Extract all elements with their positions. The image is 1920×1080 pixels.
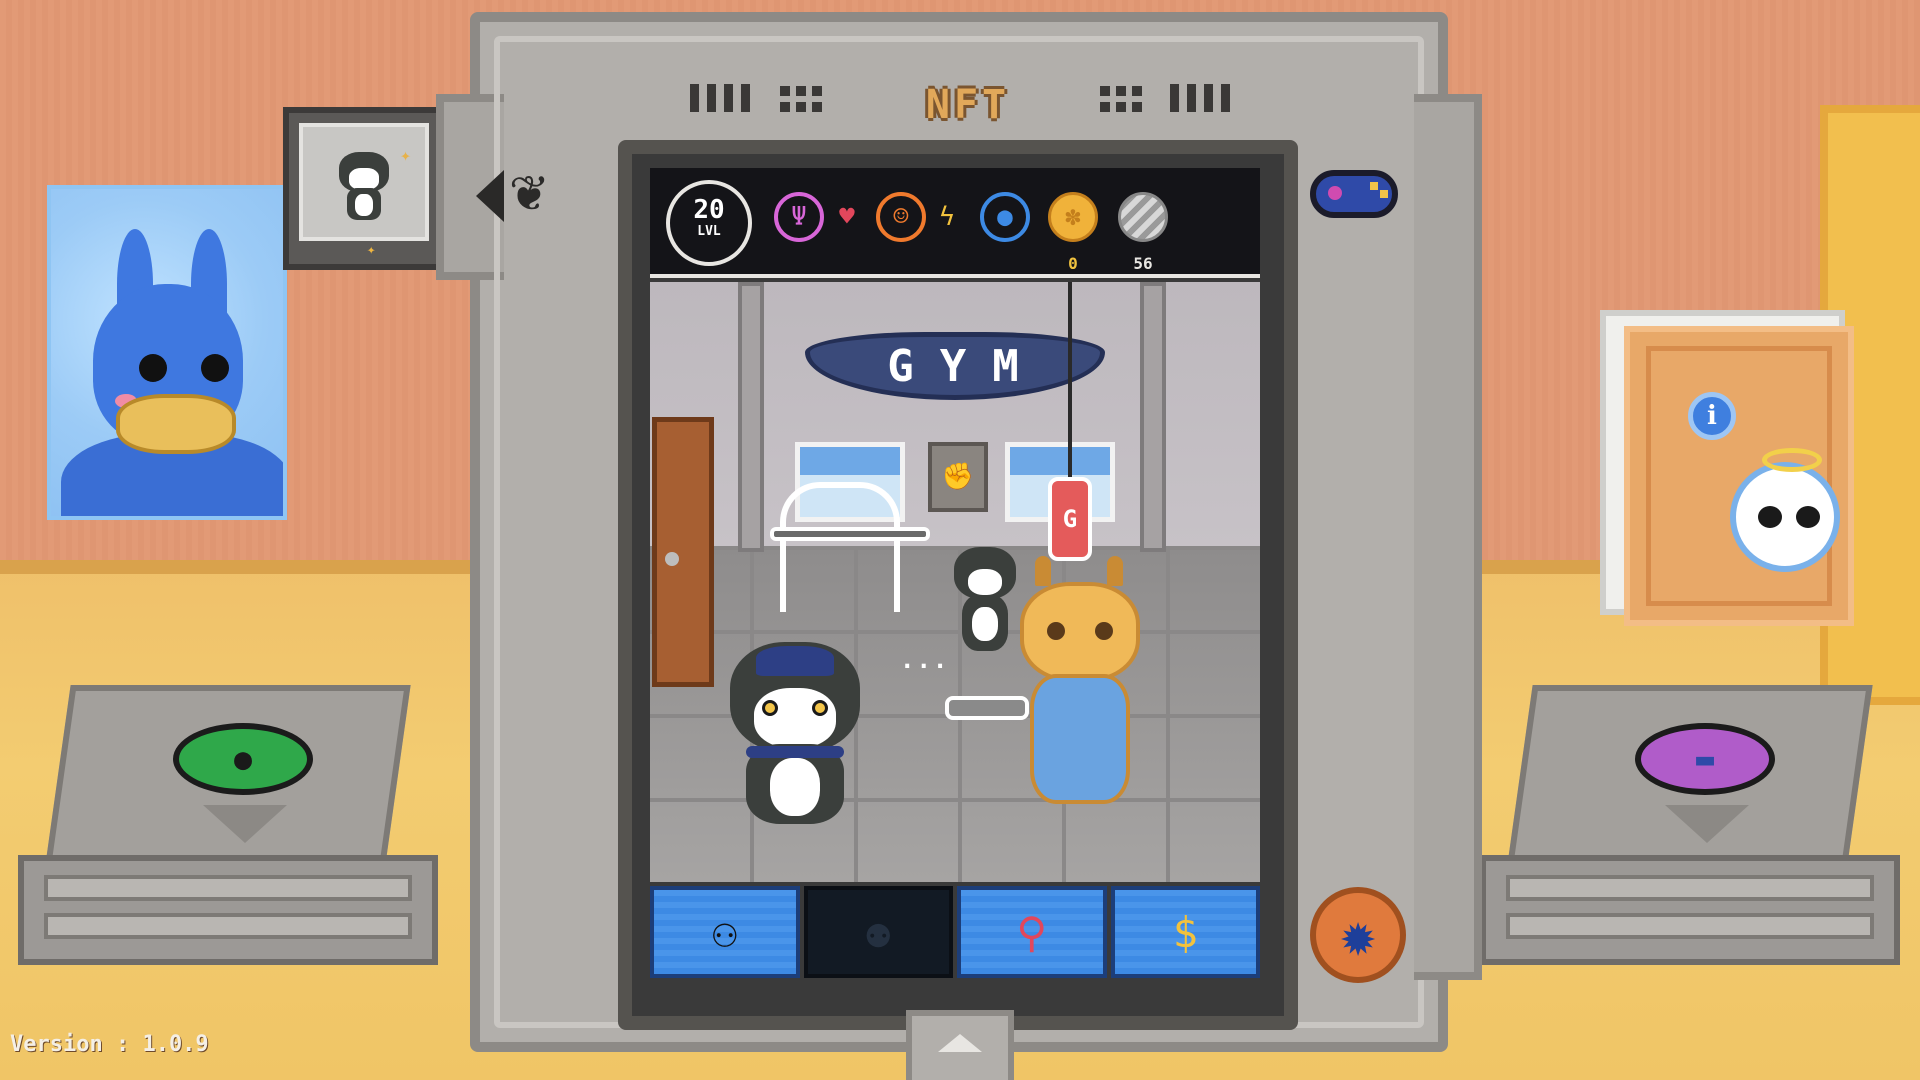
paw-nav-icon[interactable]: ❦ [510,160,546,220]
gamepad-pad-button[interactable]: ▬ [1635,723,1775,795]
coin-stack-icon: $ [1172,907,1198,957]
map-pin-icon: ⚲ [1016,907,1048,957]
cap-icon [756,646,834,676]
pet-tree-tab[interactable]: ⚇ [650,886,800,978]
ellipsis-icon: ··· [900,652,950,680]
silver-coin-count: 56 [1133,254,1153,273]
gym-pillar [1140,282,1166,552]
star-icon: ✦ [367,242,376,258]
map-tab[interactable]: ⚲ [957,886,1107,978]
friends-tab[interactable]: ⚉ [803,886,953,978]
squat-rack [780,482,900,612]
panda-eye [1758,506,1782,528]
gym-scene: GYM ✊ G ··· [650,282,1260,882]
player-pet-cat[interactable] [720,642,870,827]
door-knob [665,552,679,566]
level-badge: 20 LVL [666,180,752,266]
cat-thumbnail-icon [335,142,393,222]
punching-bag[interactable]: G [1048,477,1092,561]
punching-bag-rope [1068,282,1072,477]
pets-pad-base [18,855,438,965]
pet-thumbnail-screen: ✦ [299,123,429,241]
level-label: LVL [697,224,721,239]
previous-arrow-icon[interactable] [476,170,504,222]
bottom-up-arrow-icon[interactable] [906,1010,1014,1080]
game-screen: 20 LVL Ψ ♥ ☺ ϟ ● ✽ 0 56 GYM ✊ G ··· ⚇ ⚉ … [618,140,1298,1030]
next-arrow-icon[interactable] [1414,170,1442,222]
vent-dots-left [780,86,828,112]
hunger-icon[interactable]: Ψ [774,192,824,242]
games-pad[interactable]: ▬ [1480,685,1900,975]
silver-coin-icon [1118,192,1168,242]
status-hud: 20 LVL Ψ ♥ ☺ ϟ ● ✽ 0 56 [650,168,1260,278]
book-cover: i [1624,326,1854,626]
wall-poster-platypus [47,185,287,520]
vent-dots-right [1100,86,1148,112]
info-icon[interactable]: i [1688,392,1736,440]
poster-eye [201,354,229,382]
down-arrow-icon [1665,805,1749,843]
pets-pad[interactable]: ● [18,685,438,975]
nft-console: NFT ❦ 20 LVL Ψ ♥ ☺ ϟ ● ✽ 0 56 GYM ✊ G ··… [436,12,1482,1052]
bottom-tab-bar: ⚇ ⚉ ⚲ $ [650,886,1260,982]
gym-banner: GYM [805,332,1105,400]
collar-icon [746,746,844,758]
pet-thumbnail[interactable]: ✦ ✦ [283,107,445,270]
panda-eye [1796,506,1820,528]
settings-gear-icon[interactable]: ✹ [1310,887,1406,983]
lightning-icon[interactable]: ϟ [922,192,972,242]
sparkle-icon: ✦ [400,145,411,166]
barbell[interactable] [770,527,930,541]
poster-eye [139,354,167,382]
gamepad-nav-icon[interactable] [1310,170,1398,218]
heart-icon[interactable]: ♥ [822,192,872,242]
version-label: Version : 1.0.9 [10,1032,209,1057]
vent-bars-right [1170,84,1230,112]
gym-door[interactable] [652,417,714,687]
brand-title: NFT [925,82,1011,128]
npc-giraffe[interactable] [995,556,1165,812]
gold-coin-icon: ✽ [1048,192,1098,242]
panda-avatar[interactable] [1730,448,1840,572]
level-number: 20 [693,195,725,225]
people-icon: ⚉ [865,907,891,957]
poster-beak [116,394,236,454]
coins-tab[interactable]: $ [1110,886,1260,978]
paw-icon: ● [233,741,253,777]
pet-tree-icon: ⚇ [712,907,738,957]
collection-book[interactable]: i [1600,310,1854,626]
vent-bars-left [690,84,750,112]
wall-picture-icon: ✊ [928,442,988,512]
gold-coin-count: 0 [1068,254,1078,273]
gym-pillar [738,282,764,552]
games-pad-base [1480,855,1900,965]
down-arrow-icon [203,805,287,843]
gamepad-icon: ▬ [1695,741,1715,777]
smile-face-icon[interactable]: ☺ [876,192,926,242]
paw-pad-button[interactable]: ● [173,723,313,795]
water-drop-icon[interactable]: ● [980,192,1030,242]
